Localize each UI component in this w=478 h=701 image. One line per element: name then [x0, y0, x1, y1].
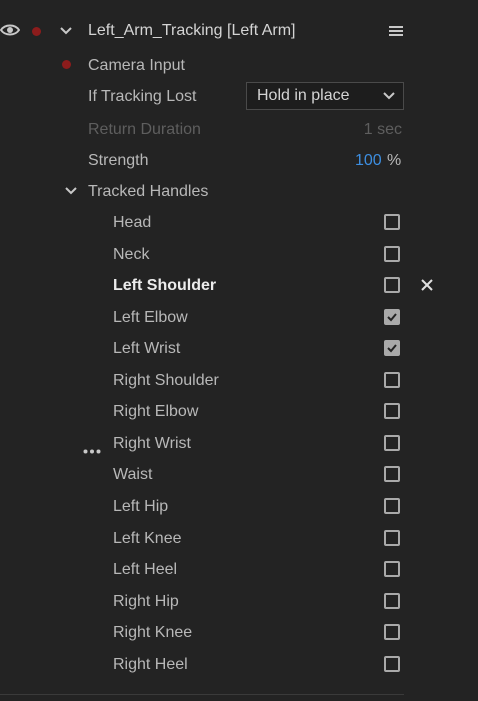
return-duration-label: Return Duration: [88, 121, 201, 138]
handle-label: Right Elbow: [113, 403, 199, 420]
handle-row: Waist: [0, 460, 478, 490]
handle-label: Right Wrist: [113, 435, 191, 452]
handle-label: Right Knee: [113, 624, 193, 641]
return-duration-row: Return Duration 1 sec: [0, 114, 478, 144]
handle-row: Left Shoulder: [0, 271, 478, 301]
strength-unit: %: [387, 152, 402, 169]
strength-value[interactable]: 100: [355, 151, 382, 171]
handle-row: Right Heel: [0, 650, 478, 680]
more-options-icon[interactable]: [83, 441, 101, 459]
handle-checkbox[interactable]: [384, 309, 400, 325]
handle-checkbox[interactable]: [384, 656, 400, 672]
if-tracking-lost-label: If Tracking Lost: [88, 88, 197, 105]
handle-checkbox[interactable]: [384, 277, 400, 293]
handle-label: Head: [113, 214, 152, 231]
handle-row: Right Knee: [0, 618, 478, 648]
handle-checkbox[interactable]: [384, 246, 400, 262]
handle-label: Left Shoulder: [113, 277, 217, 294]
tracked-handles-row[interactable]: Tracked Handles: [0, 177, 478, 207]
handle-label: Left Knee: [113, 530, 182, 547]
handle-row: Left Heel: [0, 555, 478, 585]
close-icon[interactable]: [420, 278, 434, 292]
dropdown-value: Hold in place: [257, 87, 350, 104]
handle-label: Neck: [113, 246, 150, 263]
strength-row: Strength 100 %: [0, 145, 478, 175]
checkmark-icon: [387, 313, 397, 322]
handle-row: Head: [0, 208, 478, 238]
handle-checkbox[interactable]: [384, 372, 400, 388]
handle-label: Right Heel: [113, 656, 188, 673]
record-dot-icon[interactable]: [62, 60, 71, 69]
handle-row: Left Knee: [0, 524, 478, 554]
handle-checkbox[interactable]: [384, 624, 400, 640]
handle-row: Right Wrist: [0, 429, 478, 459]
visibility-eye-icon[interactable]: [0, 23, 20, 37]
handle-row: Left Hip: [0, 492, 478, 522]
if-tracking-lost-dropdown[interactable]: Hold in place: [246, 82, 404, 110]
handle-checkbox[interactable]: [384, 530, 400, 546]
handle-label: Right Hip: [113, 593, 179, 610]
strength-label: Strength: [88, 152, 149, 169]
tracked-handles-label: Tracked Handles: [88, 183, 209, 200]
handle-checkbox[interactable]: [384, 403, 400, 419]
handle-row: Right Shoulder: [0, 366, 478, 396]
chevron-down-icon[interactable]: [59, 26, 73, 36]
camera-input-row: Camera Input: [0, 51, 478, 81]
effect-title: Left_Arm_Tracking [Left Arm]: [88, 22, 296, 39]
handle-checkbox[interactable]: [384, 214, 400, 230]
handle-checkbox[interactable]: [384, 466, 400, 482]
checkmark-icon: [387, 344, 397, 353]
handle-row: Left Elbow: [0, 303, 478, 333]
handle-checkbox[interactable]: [384, 435, 400, 451]
handle-label: Left Hip: [113, 498, 169, 515]
handle-row: Right Elbow: [0, 397, 478, 427]
chevron-down-icon[interactable]: [64, 186, 78, 196]
handle-checkbox[interactable]: [384, 593, 400, 609]
effect-header: Left_Arm_Tracking [Left Arm]: [0, 16, 478, 46]
handle-label: Left Wrist: [113, 340, 181, 357]
record-dot-icon[interactable]: [32, 27, 41, 36]
menu-icon[interactable]: [389, 25, 403, 37]
handle-label: Left Elbow: [113, 309, 188, 326]
handle-checkbox[interactable]: [384, 498, 400, 514]
handle-checkbox[interactable]: [384, 340, 400, 356]
handle-row: Left Wrist: [0, 334, 478, 364]
chevron-down-icon: [383, 92, 395, 100]
camera-input-label: Camera Input: [88, 57, 185, 74]
handle-row: Right Hip: [0, 587, 478, 617]
handle-label: Left Heel: [113, 561, 178, 578]
if-tracking-lost-row: If Tracking Lost Hold in place: [0, 81, 478, 111]
handle-label: Waist: [113, 466, 153, 483]
divider: [0, 694, 404, 695]
handle-label: Right Shoulder: [113, 372, 219, 389]
handle-row: Neck: [0, 240, 478, 270]
handle-checkbox[interactable]: [384, 561, 400, 577]
return-duration-value: 1 sec: [363, 121, 402, 138]
